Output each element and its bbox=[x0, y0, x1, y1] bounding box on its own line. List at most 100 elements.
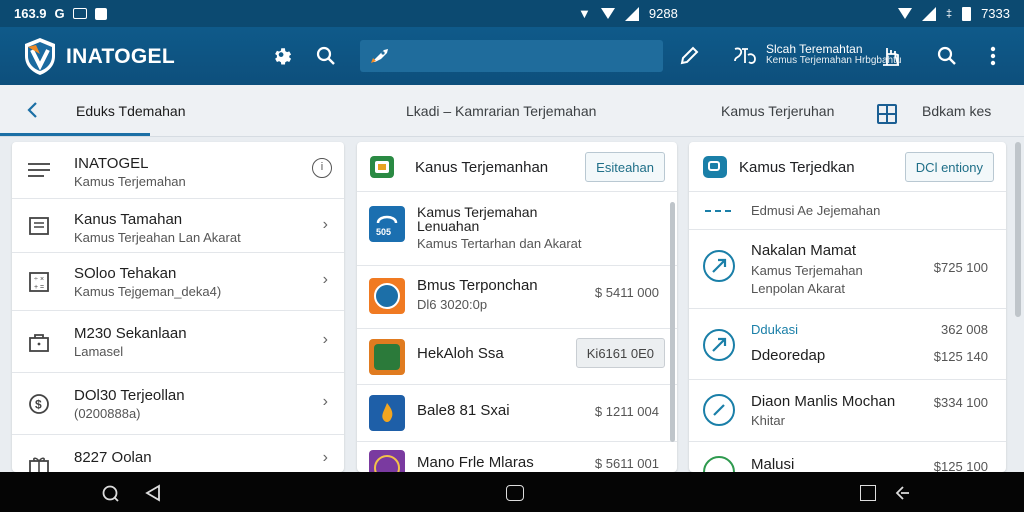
status-left-text: 163.9 bbox=[14, 6, 47, 21]
assistant-icon[interactable] bbox=[100, 483, 120, 503]
coin-icon: $ bbox=[28, 393, 50, 415]
hand-icon[interactable] bbox=[878, 43, 904, 69]
list-item-label-price: 362 008 bbox=[941, 322, 988, 337]
tab-lkadi[interactable]: Lkadi – Kamrarian Terjemahan bbox=[406, 103, 596, 119]
gift-icon bbox=[28, 453, 50, 472]
list-item[interactable]: HekAloh Ssa Ki6161 0E0 bbox=[357, 329, 677, 385]
list-item-subtitle: Khitar bbox=[751, 413, 785, 428]
action-button[interactable]: Esiteahan bbox=[585, 152, 665, 182]
action-button[interactable]: DCl entiony bbox=[904, 152, 994, 182]
list-item-subtitle-2: Lenpolan Akarat bbox=[751, 281, 845, 296]
calculator-icon: ÷ × + = bbox=[28, 271, 50, 293]
back-arrow-icon[interactable] bbox=[24, 101, 42, 124]
panel-title: Kamus Terjedkan bbox=[739, 159, 855, 176]
list-item[interactable]: $ DOl30 Terjeollan (0200888a) › bbox=[12, 373, 344, 435]
left-panel: INATOGEL Kamus Terjemahan i Kanus Tamaha… bbox=[12, 142, 344, 472]
search-icon[interactable] bbox=[313, 43, 339, 69]
list-item-price: $ 5611 001 bbox=[594, 456, 659, 471]
list-item[interactable]: Mano Frle Mlaras $ 5611 001 bbox=[357, 442, 677, 472]
clock-icon bbox=[703, 394, 735, 426]
brand-name: INATOGEL bbox=[66, 45, 175, 68]
dash-icon bbox=[705, 210, 731, 212]
list-item-title: Kanus Tamahan bbox=[74, 211, 183, 228]
navigation-bar bbox=[0, 472, 1024, 512]
list-item-title: DOl30 Terjeollan bbox=[74, 387, 185, 404]
status-center-time: 9288 bbox=[648, 6, 678, 21]
status-bar: 163.9 G ▼ 9288 ‡ 7333 bbox=[0, 0, 1024, 27]
scrollbar[interactable] bbox=[670, 202, 675, 442]
price-button[interactable]: Ki6161 0E0 bbox=[575, 338, 665, 368]
more-vert-icon[interactable] bbox=[980, 43, 1006, 69]
list-item-subtitle: Kamus Terjeahan Lan Akarat bbox=[74, 230, 241, 245]
list-item[interactable]: Ddukasi 362 008 Ddeoredap $125 140 bbox=[689, 309, 1006, 380]
list-item[interactable]: Diaon Manlis Mochan Khitar $334 100 bbox=[689, 380, 1006, 442]
list-item[interactable]: Nakalan Mamat Kamus Terjemahan Lenpolan … bbox=[689, 230, 1006, 309]
panel-title: Kanus Terjemanhan bbox=[415, 159, 549, 176]
home-icon[interactable] bbox=[505, 483, 525, 503]
list-item-title: SOloo Tehakan bbox=[74, 265, 177, 282]
bag-icon bbox=[28, 331, 50, 353]
flame-app-icon bbox=[369, 395, 405, 431]
list-item[interactable]: 8227 Oolan › bbox=[12, 435, 344, 472]
list-item[interactable]: Kanus Tamahan Kamus Terjeahan Lan Akarat… bbox=[12, 199, 344, 253]
wifi-icon bbox=[600, 8, 615, 19]
status-square-icon bbox=[94, 7, 107, 20]
data-icon: ‡ bbox=[945, 7, 953, 20]
back-icon[interactable] bbox=[143, 483, 163, 503]
tab-bdkam[interactable]: Bdkam kes bbox=[922, 103, 991, 119]
page-scrollbar[interactable] bbox=[1015, 142, 1021, 317]
list-item[interactable]: Bmus Terponchan Dl6 3020:0p $ 5411 000 bbox=[357, 266, 677, 329]
panel-header: Kanus Terjemanhan Esiteahan bbox=[357, 142, 677, 192]
globe-icon bbox=[703, 456, 735, 472]
info-icon[interactable]: i bbox=[312, 158, 332, 178]
app-bar: INATOGEL Slcah Teremahtan Kemus Terjemah… bbox=[0, 27, 1024, 85]
settings-icon[interactable] bbox=[269, 43, 295, 69]
search-icon-right[interactable] bbox=[934, 43, 960, 69]
chevron-right-icon: › bbox=[322, 331, 328, 348]
keyboard-back-icon[interactable] bbox=[892, 483, 912, 503]
tab-eduks[interactable]: Eduks Tdemahan bbox=[76, 103, 185, 119]
document-icon bbox=[28, 215, 50, 237]
wifi-icon-right bbox=[897, 8, 912, 19]
list-item-price: $125 100 bbox=[933, 459, 988, 472]
status-g-icon: G bbox=[54, 6, 65, 21]
list-item-title: Ddeoredap bbox=[751, 347, 826, 364]
vpn-icon: ▼ bbox=[578, 6, 591, 21]
compass-icon bbox=[703, 329, 735, 361]
grid-icon[interactable] bbox=[877, 104, 897, 124]
recents-icon[interactable] bbox=[858, 483, 878, 503]
list-item-title: Malusi bbox=[751, 456, 795, 472]
svg-text:÷: ÷ bbox=[34, 276, 38, 283]
middle-panel: Kanus Terjemanhan Esiteahan 505 Kamus Te… bbox=[357, 142, 677, 472]
list-item-subtitle: Lamasel bbox=[74, 344, 124, 359]
section-header: Edmusi Ae Jejemahan bbox=[689, 192, 1006, 230]
dictionary-app-icon bbox=[370, 156, 394, 178]
panel-header: Kamus Terjedkan DCl entiony bbox=[689, 142, 1006, 192]
list-item-price: $ 5411 000 bbox=[594, 285, 659, 300]
list-item-title: Nakalan Mamat bbox=[751, 242, 857, 259]
translate-icon[interactable] bbox=[732, 43, 758, 69]
svg-text:+: + bbox=[34, 284, 38, 291]
list-item[interactable]: 505 Kamus Terjemahan Lenuahan Kamus Tert… bbox=[357, 192, 677, 266]
app-badge-text: 505 bbox=[376, 227, 391, 237]
list-item[interactable]: Bale8 81 Sxai $ 1211 004 bbox=[357, 385, 677, 442]
list-item-title: M230 Sekanlaan bbox=[74, 325, 187, 342]
tab-kamus[interactable]: Kamus Terjeruhan bbox=[721, 103, 834, 119]
menu-icon bbox=[28, 159, 50, 181]
list-item-title: Bmus Terponchan bbox=[417, 277, 538, 294]
list-item-price: $334 100 bbox=[933, 395, 988, 410]
status-image-icon bbox=[72, 8, 87, 19]
search-bar[interactable] bbox=[360, 40, 663, 72]
search-input[interactable] bbox=[398, 48, 648, 64]
list-item[interactable]: ÷ × + = SOloo Tehakan Kamus Tejgeman_deka4)… bbox=[12, 253, 344, 311]
list-item-subtitle: (0200888a) bbox=[74, 406, 141, 421]
list-item-price: $ 1211 004 bbox=[594, 404, 659, 419]
list-item[interactable]: INATOGEL Kamus Terjemahan i bbox=[12, 142, 344, 199]
list-item-subtitle: Kamus Terjemahan bbox=[74, 174, 186, 189]
list-item[interactable]: Malusi $125 100 bbox=[689, 442, 1006, 472]
compass-app-icon bbox=[369, 278, 405, 314]
brand-logo-icon bbox=[25, 38, 55, 75]
list-item[interactable]: M230 Sekanlaan Lamasel › bbox=[12, 311, 344, 373]
list-item-title: 8227 Oolan bbox=[74, 449, 152, 466]
edit-icon[interactable] bbox=[676, 43, 702, 69]
